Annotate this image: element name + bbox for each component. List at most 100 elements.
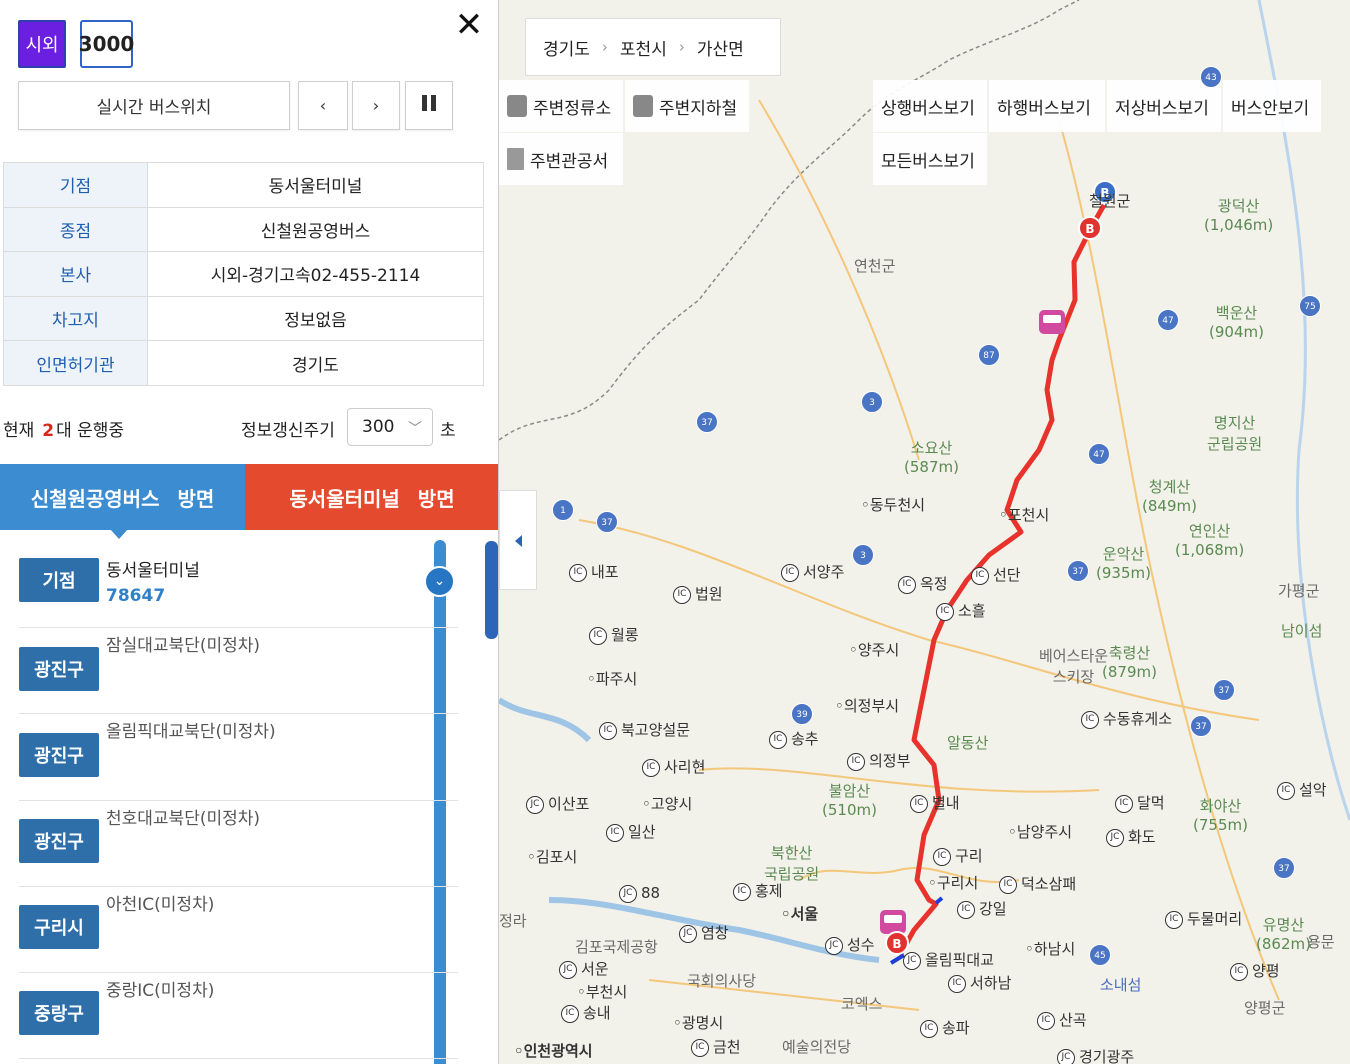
ic-icon: IC (673, 585, 691, 604)
map-place-label: 명지산 군립공원 (1207, 412, 1262, 454)
place-name: 별내 (932, 794, 960, 812)
chevron-right-icon: › (601, 38, 608, 56)
place-name: 강일 (979, 900, 1007, 918)
place-name: 경기광주 (1079, 1048, 1135, 1064)
close-icon[interactable]: ✕ (452, 8, 486, 42)
place-name: 김포시 (535, 848, 578, 866)
stop-region-badge: 광진구 (19, 733, 99, 777)
place-name: 서운 (581, 960, 609, 978)
list-item[interactable]: 광진구 천호대교북단(미정차) (19, 801, 458, 887)
breadcrumb-town[interactable]: 가산면 (697, 35, 744, 60)
route-info-table: 기점 동서울터미널 종점 신철원공영버스 본사 시외-경기고속02-455-2114 … (3, 162, 484, 386)
place-name: 부천시 (585, 983, 628, 1001)
peak-height: (904m) (1209, 323, 1264, 341)
nearby-subway-button[interactable]: 주변지하철 (625, 80, 749, 132)
list-item[interactable]: 중랑구 중랑IC(미정차) (19, 973, 458, 1059)
bus-icon[interactable] (1039, 310, 1065, 334)
map-place-label: IC 옥정 (898, 573, 948, 594)
all-bus-button[interactable]: 모든버스보기 (873, 133, 987, 185)
list-item[interactable]: 광진구 올림픽대교북단(미정차) (19, 714, 458, 801)
downbound-bus-button[interactable]: 하행버스보기 (989, 80, 1105, 132)
place-name: 달먹 (1137, 794, 1165, 812)
running-suffix: 대 운행중 (56, 421, 125, 441)
prev-button[interactable]: ‹ (298, 81, 348, 130)
map-place-label: 소내섬 (1100, 976, 1142, 994)
map-place-label: IC 별내 (910, 792, 960, 813)
refresh-interval-unit: 초 (440, 421, 456, 441)
place-name: 88 (641, 884, 661, 902)
nearby-stops-button[interactable]: 주변정류소 (499, 80, 623, 132)
upbound-bus-button[interactable]: 상행버스보기 (873, 80, 987, 132)
map-place-label: ◦고양시 (642, 795, 693, 813)
low-floor-bus-button[interactable]: 저상버스보기 (1107, 80, 1221, 132)
ic-icon: IC (847, 752, 865, 771)
map-place-label: 북한산 국립공원 (764, 842, 819, 884)
stop-region-badge: 광진구 (19, 647, 99, 691)
highway-shield: 37 (1273, 857, 1295, 879)
map-place-label: ◦하남시 (1025, 940, 1076, 958)
list-item[interactable]: 기점 동서울터미널 78647 (19, 540, 458, 628)
map-place-label: 용문 (1307, 933, 1335, 951)
jc-icon: JC (559, 960, 577, 979)
place-name: 의정부시 (843, 697, 900, 715)
map-place-label: 유명산 (862m) (1256, 914, 1311, 953)
info-key: 종점 (3, 206, 148, 253)
map-place-label: JC 경기광주 (1057, 1046, 1134, 1064)
ic-icon: IC (691, 1038, 709, 1057)
hide-bus-button[interactable]: 버스안보기 (1223, 80, 1321, 132)
map-place-label: IC 법원 (673, 583, 723, 604)
map-place-label: IC 홍제 (733, 880, 783, 901)
tab-direction-sincheorwon[interactable]: 신철원공영버스 방면 (0, 464, 245, 530)
breadcrumb-city[interactable]: 포천시 (620, 35, 667, 60)
table-row: 기점 동서울터미널 (3, 162, 484, 208)
place-name: 파주시 (595, 670, 638, 688)
list-item[interactable]: 광진구 잠실대교북단(미정차) (19, 628, 458, 714)
bus-stop-marker[interactable]: B (1078, 216, 1102, 240)
ic-icon: IC (948, 974, 966, 993)
highway-shield: 37 (1067, 560, 1089, 582)
map-place-label: IC 월롱 (589, 624, 639, 645)
ic-icon: IC (920, 1019, 938, 1038)
map-place-label: 가평군 (1278, 582, 1320, 600)
map-place-label: 불암산 (510m) (822, 780, 877, 819)
ic-icon: IC (561, 1004, 579, 1023)
pause-button[interactable] (405, 81, 453, 130)
chevron-right-icon: › (678, 38, 685, 56)
table-row: 본사 시외-경기고속02-455-2114 (3, 251, 484, 297)
ic-icon: IC (910, 794, 928, 813)
chevron-down-icon[interactable]: ⌄ (424, 566, 455, 597)
breadcrumb[interactable]: 경기도 › 포천시 › 가산면 (525, 18, 781, 76)
tab-direction-dongseoul[interactable]: 동서울터미널 방면 (245, 464, 498, 530)
place-name: 이산포 (548, 795, 590, 813)
place-name: 동두천시 (869, 496, 926, 514)
map-place-label: JC 화도 (1106, 826, 1156, 847)
info-value: 경기도 (147, 340, 484, 386)
next-button[interactable]: › (352, 81, 400, 130)
map-place-label: IC 구리 (933, 845, 983, 866)
route-map[interactable]: 경기도 › 포천시 › 가산면 주변정류소 주변지하철 주변관공서 상행버스보기 하행버… (499, 0, 1350, 1064)
bus-icon (507, 95, 527, 117)
highway-shield: 37 (596, 511, 618, 533)
panel-collapse-toggle[interactable] (499, 490, 537, 590)
list-item[interactable]: 구리시 아천IC(미정차) (19, 887, 458, 973)
realtime-bus-location-button[interactable]: 실시간 버스위치 (18, 81, 290, 130)
stop-name: 잠실대교북단(미정차) (106, 636, 261, 656)
map-place-label: 코엑스 (841, 995, 883, 1013)
nearby-office-label: 주변관공서 (530, 151, 609, 172)
refresh-interval-select[interactable]: 300 ﹀ (347, 408, 433, 446)
info-key: 본사 (3, 251, 148, 297)
place-name: 베어스타운 (1039, 647, 1109, 665)
list-scrollbar[interactable] (485, 541, 498, 639)
ic-icon: IC (1277, 781, 1295, 800)
place-name: 법원 (695, 585, 723, 603)
map-place-label: IC 의정부 (847, 750, 910, 771)
breadcrumb-province[interactable]: 경기도 (543, 35, 590, 60)
map-place-label: IC 일산 (606, 821, 656, 842)
map-place-label: IC 내포 (569, 561, 619, 582)
ic-icon: IC (971, 566, 989, 585)
map-place-label: 철원군 (1089, 192, 1131, 210)
peak-height: (879m) (1102, 663, 1157, 681)
jc-icon: JC (1057, 1048, 1075, 1064)
peak-name: 광덕산 (1217, 197, 1260, 215)
nearby-office-button[interactable]: 주변관공서 (499, 133, 623, 185)
